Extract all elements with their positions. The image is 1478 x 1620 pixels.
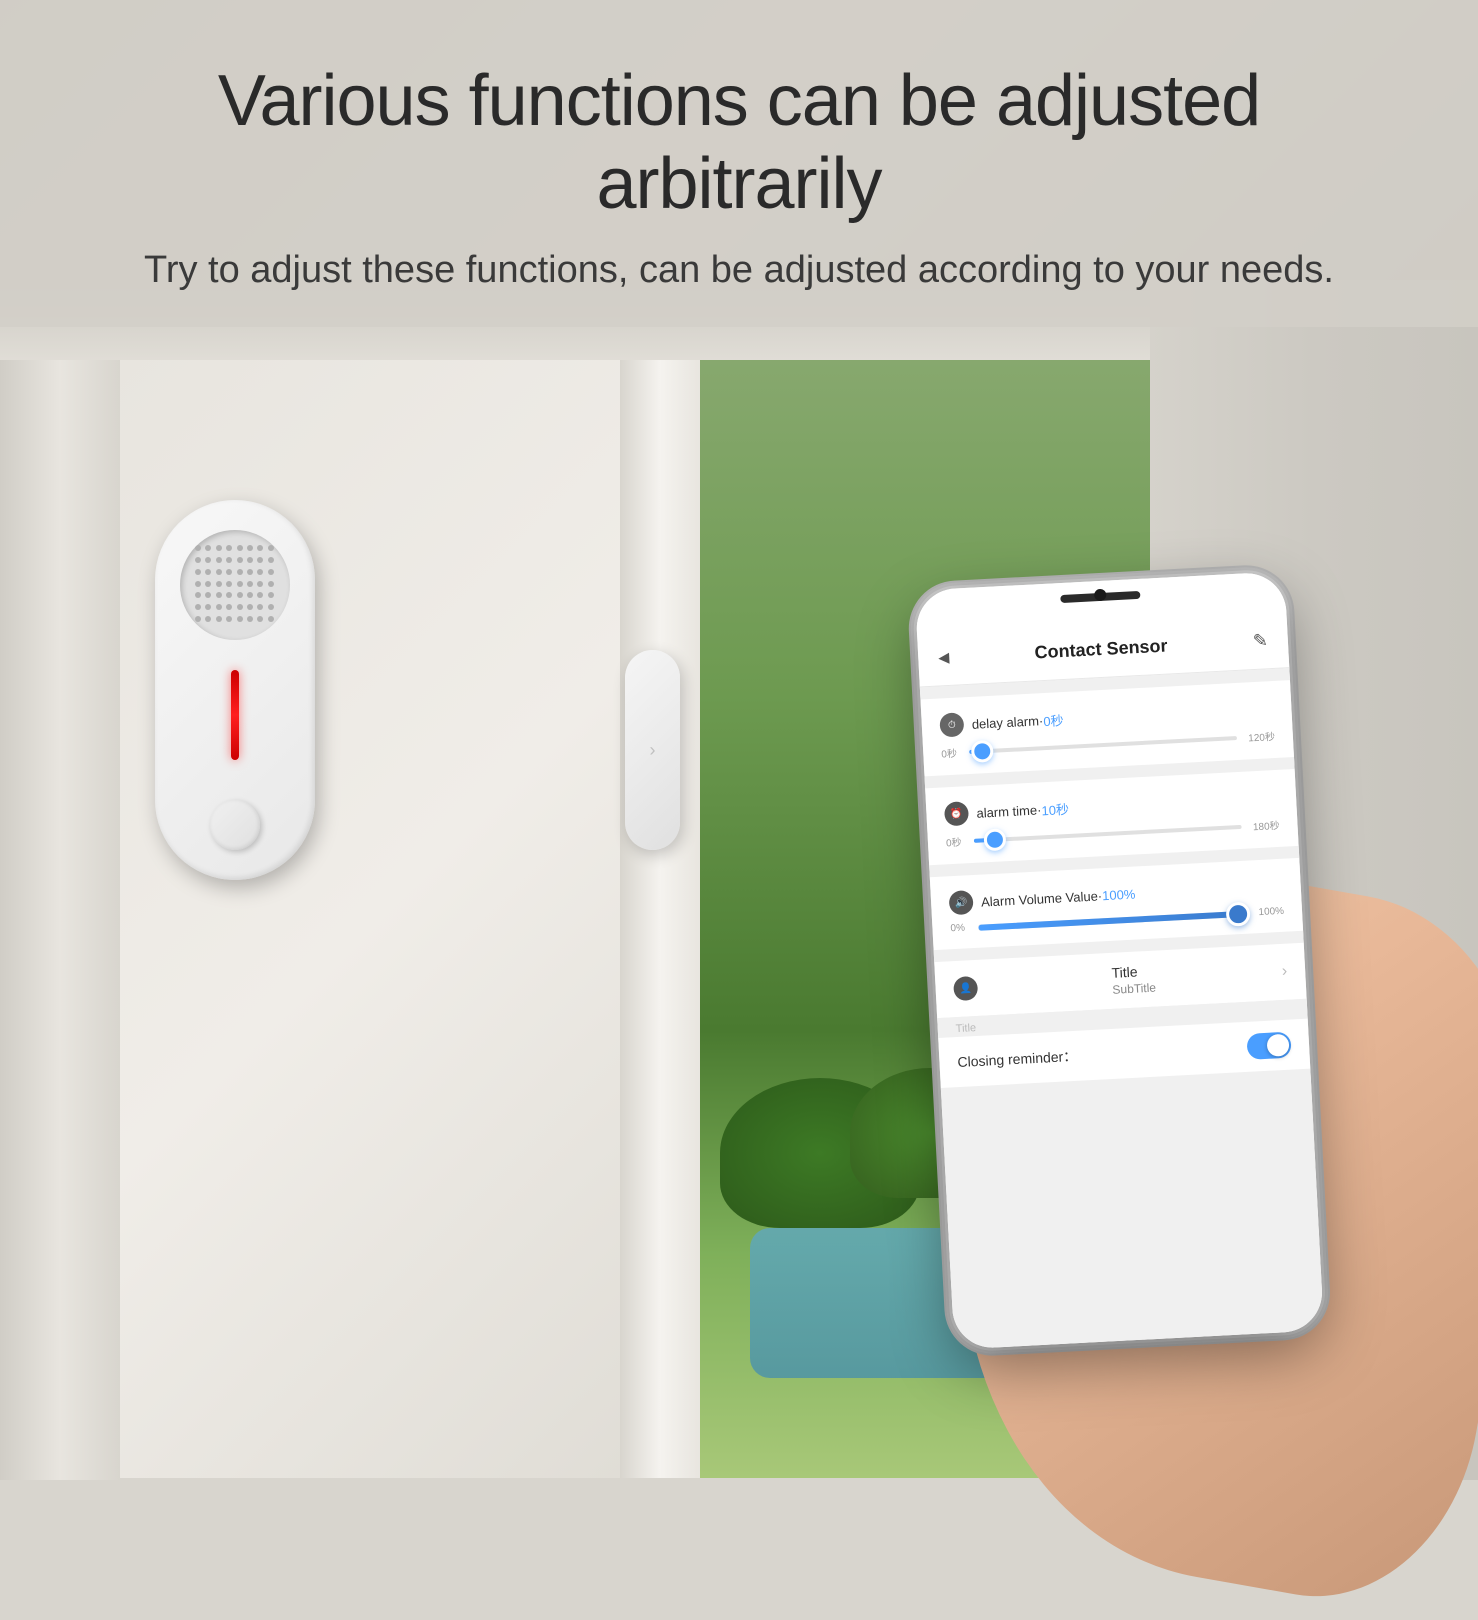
alarm-time-track[interactable]: [974, 824, 1242, 842]
app-content: ⏱ delay alarm · 0秒 0秒 120秒: [920, 668, 1324, 1349]
delay-alarm-min: 0秒: [941, 744, 962, 760]
device-button[interactable]: [210, 800, 260, 850]
alarm-time-section: ⏰ alarm time · 10秒 0秒 180秒: [925, 769, 1299, 865]
title-nav-title: Title: [1111, 963, 1155, 981]
closing-reminder-label: Closing reminder：: [957, 1046, 1078, 1072]
delay-alarm-thumb[interactable]: [971, 739, 994, 762]
main-title: Various functions can be adjusted arbitr…: [80, 60, 1398, 226]
delay-alarm-track[interactable]: [969, 735, 1237, 753]
alarm-time-min: 0秒: [946, 833, 967, 849]
alarm-volume-section: 🔊 Alarm Volume Value · 100% 0% 100%: [930, 858, 1303, 950]
alarm-time-value: 10秒: [1041, 798, 1069, 818]
sensor-arrow-icon: ›: [650, 740, 656, 761]
alarm-volume-track[interactable]: [978, 910, 1246, 930]
speaker-grill: [180, 530, 290, 640]
sensor-body: ›: [625, 650, 680, 850]
edit-button[interactable]: ✎: [1252, 630, 1268, 652]
delay-alarm-value: 0秒: [1043, 710, 1064, 730]
device-body: [155, 500, 315, 880]
alarm-device: [155, 500, 315, 880]
sub-title: Try to adjust these functions, can be ad…: [80, 244, 1398, 297]
alarm-time-label: alarm time: [976, 802, 1037, 820]
phone-screen: ◂ Contact Sensor ✎ ⏱ delay alarm · 0秒 0秒: [915, 571, 1324, 1349]
title-nav-icon: 👤: [953, 976, 978, 1001]
alarm-volume-icon: 🔊: [949, 890, 974, 915]
delay-alarm-label: delay alarm: [971, 713, 1039, 731]
device-indicator-light: [231, 670, 239, 760]
title-nav-subtitle: SubTitle: [1112, 981, 1156, 997]
alarm-volume-label: Alarm Volume Value: [981, 888, 1098, 909]
alarm-volume-max: 100%: [1254, 906, 1285, 919]
closing-reminder-toggle[interactable]: [1246, 1032, 1291, 1060]
back-button[interactable]: ◂: [938, 644, 950, 671]
door-right-frame: [620, 360, 700, 1478]
alarm-volume-min: 0%: [950, 922, 971, 934]
alarm-time-thumb[interactable]: [984, 828, 1007, 851]
alarm-volume-value: 100%: [1102, 886, 1136, 903]
delay-alarm-max: 120秒: [1244, 728, 1275, 745]
speaker-dots: [180, 530, 290, 640]
door-sensor: ›: [625, 650, 680, 850]
app-title: Contact Sensor: [1034, 635, 1168, 663]
alarm-time-icon: ⏰: [944, 801, 969, 826]
alarm-volume-fill: [978, 910, 1246, 930]
alarm-volume-thumb[interactable]: [1226, 901, 1251, 926]
phone-frame: ◂ Contact Sensor ✎ ⏱ delay alarm · 0秒 0秒: [915, 571, 1324, 1349]
door-frame-left: [0, 280, 120, 1480]
delay-alarm-icon: ⏱: [939, 712, 964, 737]
title-nav-content: Title SubTitle: [1111, 963, 1156, 997]
phone-container: ◂ Contact Sensor ✎ ⏱ delay alarm · 0秒 0秒: [882, 515, 1454, 1541]
closing-reminder-knob: [1266, 1034, 1289, 1057]
top-text-area: Various functions can be adjusted arbitr…: [0, 0, 1478, 327]
delay-alarm-section: ⏱ delay alarm · 0秒 0秒 120秒: [920, 680, 1294, 776]
title-nav-chevron: ›: [1281, 963, 1287, 981]
alarm-time-max: 180秒: [1249, 817, 1280, 834]
